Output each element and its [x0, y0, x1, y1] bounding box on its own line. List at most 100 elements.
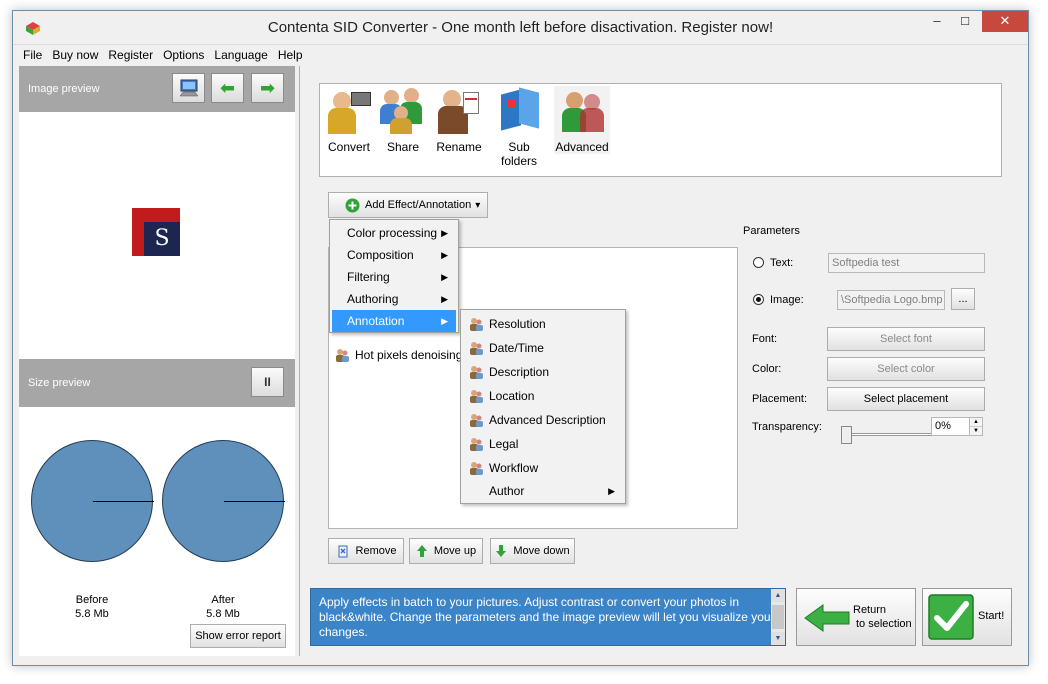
submenu-item-advanced-description[interactable]: Advanced Description [463, 408, 623, 432]
menu-register[interactable]: Register [103, 45, 158, 65]
submenu-arrow-icon: ▶ [441, 228, 448, 238]
menu-buy-now[interactable]: Buy now [47, 45, 103, 65]
pause-button[interactable]: II [251, 367, 284, 397]
spin-up-icon[interactable]: ▲ [970, 418, 982, 427]
menu-item-authoring[interactable]: Authoring ▶ [332, 288, 456, 310]
submenu-arrow-icon: ▶ [441, 272, 448, 282]
rename-icon [435, 86, 483, 134]
browse-button[interactable]: ... [951, 288, 975, 310]
text-radio[interactable] [753, 257, 764, 268]
sub-folders-icon [495, 86, 543, 134]
menu-item-label: Annotation [347, 314, 405, 328]
menu-item-filtering[interactable]: Filtering ▶ [332, 266, 456, 288]
tool-rename-label: Rename [436, 140, 482, 154]
scroll-down-icon[interactable]: ▼ [771, 632, 785, 645]
submenu-item-location[interactable]: Location [463, 384, 623, 408]
image-path-field[interactable]: \Softpedia Logo.bmp [837, 290, 945, 310]
list-item[interactable]: Hot pixels denoising [333, 345, 462, 365]
spin-down-icon[interactable]: ▼ [970, 427, 982, 435]
start-button[interactable]: Start! [922, 588, 1012, 646]
move-down-button[interactable]: Move down [490, 538, 575, 564]
app-window: Contenta SID Converter - One month left … [12, 10, 1029, 666]
remove-icon [338, 545, 348, 558]
submenu-item-legal[interactable]: Legal [463, 432, 623, 456]
effect-person-icon [336, 349, 349, 362]
close-button[interactable]: ✕ [982, 11, 1028, 32]
share-icon [380, 86, 428, 134]
title-bar[interactable]: Contenta SID Converter - One month left … [13, 11, 1028, 45]
next-image-button[interactable]: ➡ [251, 73, 284, 103]
info-scrollbar[interactable]: ▲ ▼ [771, 589, 785, 645]
tool-sub-folders-label: Sub folders [500, 140, 538, 168]
image-radio[interactable] [753, 294, 764, 305]
return-line2: to selection [856, 618, 912, 630]
pane-divider[interactable] [299, 66, 300, 656]
text-label: Text: [770, 257, 794, 269]
menu-item-color-processing[interactable]: Color processing ▶ [332, 222, 456, 244]
maximize-button[interactable]: ☐ [952, 13, 978, 31]
remove-button[interactable]: Remove [328, 538, 404, 564]
placement-label: Placement: [752, 393, 808, 405]
tool-share[interactable]: Share [380, 86, 426, 154]
text-field[interactable]: Softpedia test [828, 253, 985, 273]
logo-letter: S [144, 222, 180, 256]
submenu-item-workflow[interactable]: Workflow [463, 456, 623, 480]
remove-label: Remove [355, 545, 397, 557]
menu-help[interactable]: Help [273, 45, 308, 65]
tool-share-label: Share [386, 140, 420, 154]
annotation-submenu: Resolution Date/Time Description Locatio… [460, 309, 626, 504]
monitor-icon [179, 79, 198, 97]
submenu-item-label: Advanced Description [489, 413, 606, 427]
image-label: Image: [770, 294, 804, 306]
submenu-item-label: Location [489, 389, 535, 403]
transparency-spinner[interactable]: ▲ ▼ [969, 417, 983, 436]
after-caption: After 5.8 Mb [162, 593, 284, 621]
tool-convert[interactable]: Convert [324, 86, 374, 154]
move-up-button[interactable]: Move up [409, 538, 483, 564]
arrow-left-icon: ⬅ [219, 77, 236, 98]
image-preview-thumbnail: S [132, 208, 180, 256]
menu-item-annotation[interactable]: Annotation ▶ [332, 310, 456, 332]
menu-item-composition[interactable]: Composition ▶ [332, 244, 456, 266]
transparency-slider-thumb[interactable] [841, 426, 852, 444]
scroll-thumb[interactable] [772, 605, 784, 629]
show-error-report-button[interactable]: Show error report [190, 624, 286, 648]
submenu-item-resolution[interactable]: Resolution [463, 312, 623, 336]
transparency-value-field[interactable]: 0% [931, 417, 971, 436]
submenu-item-date-time[interactable]: Date/Time [463, 336, 623, 360]
menu-file[interactable]: File [13, 45, 47, 65]
transparency-slider-track[interactable] [845, 433, 937, 436]
menu-language[interactable]: Language [209, 45, 272, 65]
start-label: Start! [978, 610, 1005, 622]
return-to-selection-button[interactable]: Return to selection [796, 588, 916, 646]
add-effect-button[interactable]: Add Effect/Annotation ▾ [328, 192, 488, 218]
move-up-label: Move up [433, 545, 477, 557]
tool-sub-folders[interactable]: Sub folders [490, 86, 548, 168]
tool-advanced[interactable]: Advanced [554, 86, 610, 154]
preview-monitor-button[interactable] [172, 73, 205, 103]
submenu-item-author[interactable]: Author ▶ [463, 479, 623, 503]
submenu-arrow-icon: ▶ [441, 250, 448, 260]
select-color-button[interactable]: Select color [827, 357, 985, 381]
arrow-down-icon [496, 545, 507, 557]
color-label: Color: [752, 363, 782, 375]
select-placement-button[interactable]: Select placement [827, 387, 985, 411]
submenu-item-label: Resolution [489, 317, 546, 331]
font-label: Font: [752, 333, 778, 345]
image-preview-label: Image preview [28, 83, 100, 95]
tool-rename[interactable]: Rename [432, 86, 486, 154]
arrow-right-icon: ➡ [259, 77, 276, 98]
select-font-button[interactable]: Select font [827, 327, 985, 351]
annotation-person-icon [470, 390, 483, 403]
menu-bar: File Buy now Register Options Language Help [13, 45, 1028, 65]
minimize-button[interactable]: – [924, 13, 950, 31]
submenu-item-label: Workflow [489, 461, 539, 475]
annotation-person-icon [470, 438, 483, 451]
convert-icon [325, 86, 373, 134]
submenu-item-description[interactable]: Description [463, 360, 623, 384]
submenu-item-label: Author [489, 484, 525, 498]
menu-item-label: Filtering [347, 270, 390, 284]
menu-options[interactable]: Options [158, 45, 209, 65]
scroll-up-icon[interactable]: ▲ [771, 589, 785, 602]
previous-image-button[interactable]: ⬅ [211, 73, 244, 103]
